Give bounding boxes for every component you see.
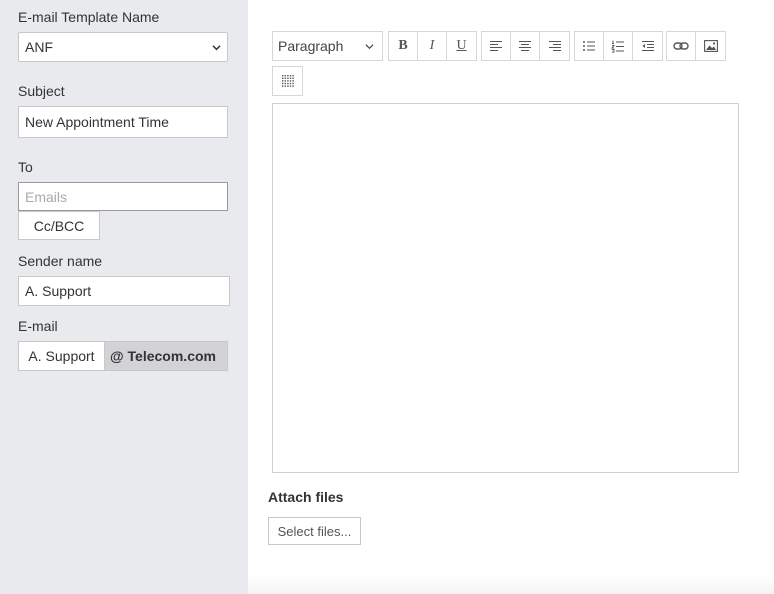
subject-value: New Appointment Time (25, 114, 169, 130)
image-button[interactable] (696, 32, 725, 60)
image-icon (703, 40, 718, 52)
outdent-button[interactable] (633, 32, 662, 60)
subject-label: Subject (18, 83, 65, 99)
sender-name-value: A. Support (25, 283, 92, 299)
select-files-button[interactable]: Select files... (268, 517, 361, 545)
list-group (574, 31, 663, 61)
sender-name-input[interactable]: A. Support (18, 276, 230, 306)
table-icon (281, 74, 295, 88)
attach-files-title: Attach files (268, 489, 344, 505)
to-input[interactable]: Emails (18, 182, 228, 211)
template-name-select[interactable]: ANF (18, 32, 228, 62)
to-label: To (18, 159, 33, 175)
insert-group (666, 31, 726, 61)
link-icon (673, 41, 689, 51)
bullet-list-button[interactable] (575, 32, 604, 60)
align-right-button[interactable] (540, 32, 569, 60)
chevron-down-icon (365, 42, 374, 51)
subject-input[interactable]: New Appointment Time (18, 106, 228, 138)
to-placeholder: Emails (25, 188, 68, 205)
bold-button[interactable]: B (389, 32, 418, 60)
sidebar-form: E-mail Template Name ANF Subject New App… (0, 0, 248, 594)
paragraph-select[interactable]: Paragraph (273, 32, 382, 60)
align-left-icon (489, 40, 503, 52)
paragraph-label: Paragraph (278, 38, 344, 54)
main-editor-area: Paragraph B I U Attach files Select file… (248, 0, 774, 594)
align-center-icon (518, 40, 532, 52)
align-right-icon (548, 40, 562, 52)
sender-name-label: Sender name (18, 253, 103, 269)
email-domain-addon: @ Telecom.com (105, 342, 227, 370)
italic-button[interactable]: I (418, 32, 447, 60)
ccbcc-button[interactable]: Cc/BCC (18, 211, 100, 240)
numbered-list-button[interactable] (604, 32, 633, 60)
alignment-group (481, 31, 570, 61)
align-center-button[interactable] (511, 32, 540, 60)
table-button[interactable] (273, 67, 302, 95)
editor-content-area[interactable] (272, 103, 739, 473)
email-local-input[interactable]: A. Support (19, 342, 105, 370)
table-group (272, 66, 303, 96)
template-name-label: E-mail Template Name (18, 9, 160, 25)
email-label: E-mail (18, 318, 58, 334)
numbered-list-icon (611, 40, 625, 53)
bullet-list-icon (582, 40, 596, 52)
underline-button[interactable]: U (447, 32, 476, 60)
align-left-button[interactable] (482, 32, 511, 60)
outdent-icon (641, 40, 655, 52)
template-name-value: ANF (25, 39, 53, 55)
text-style-group: B I U (388, 31, 477, 61)
email-field-group: A. Support @ Telecom.com (18, 341, 228, 371)
link-button[interactable] (667, 32, 696, 60)
bottom-fade (248, 576, 774, 594)
paragraph-format-group: Paragraph (272, 31, 383, 61)
chevron-down-icon (212, 43, 221, 52)
